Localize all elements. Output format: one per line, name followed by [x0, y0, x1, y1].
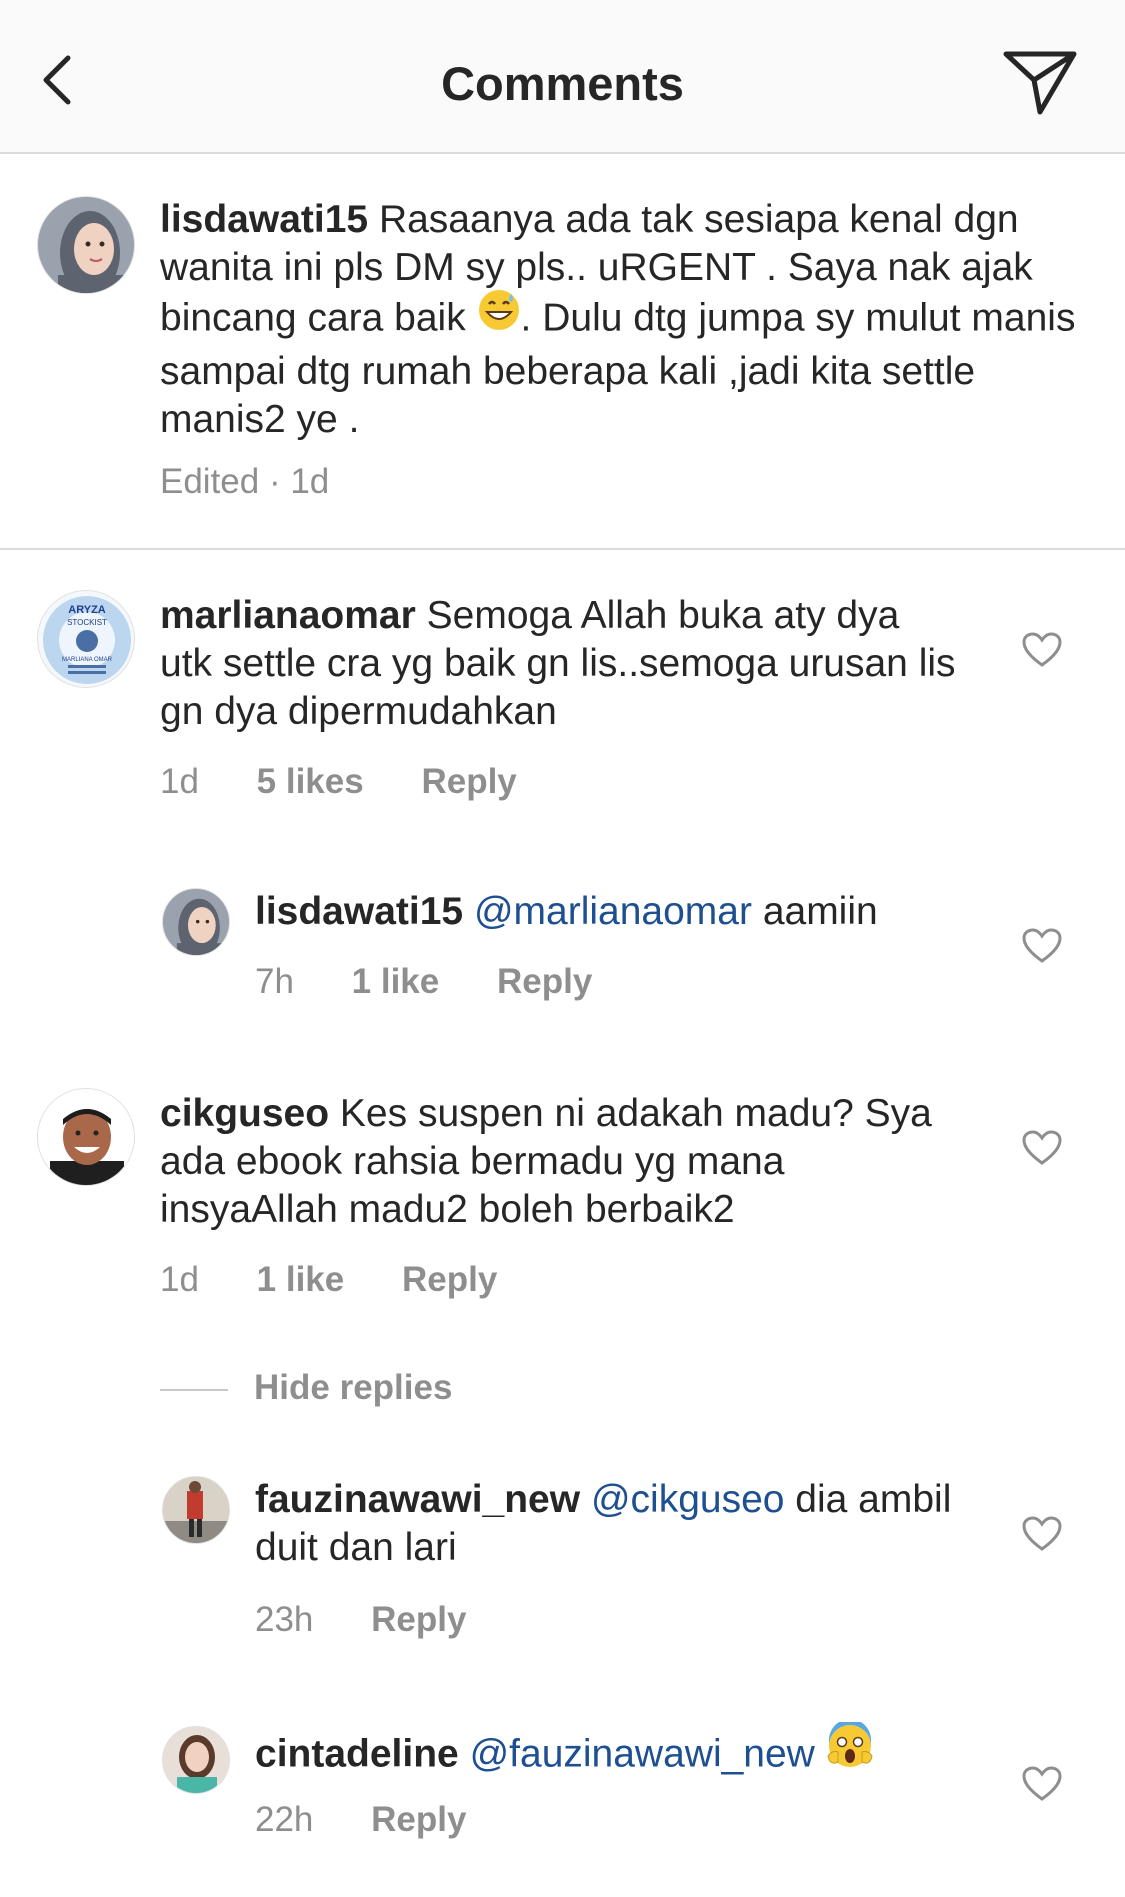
mention-link[interactable]: @fauzinawawi_new [470, 1732, 815, 1775]
mention-link[interactable]: @cikguseo [591, 1478, 785, 1521]
heart-icon [1022, 1130, 1062, 1165]
reply-meta: 22h Reply [255, 1800, 514, 1840]
caption-text: lisdawati15 Rasaanya ada tak sesiapa ken… [160, 196, 1080, 444]
header-bar: Comments [0, 0, 1125, 154]
avatar[interactable] [162, 1476, 230, 1544]
reply-username[interactable]: lisdawati15 [255, 890, 463, 933]
comment-time: 1d [160, 762, 199, 801]
avatar-photo [163, 1477, 229, 1543]
like-button[interactable] [1022, 1130, 1062, 1166]
reply-body: aamiin [762, 890, 878, 933]
reply-meta: 7h 1 like Reply [255, 962, 640, 1002]
share-button[interactable] [1002, 50, 1078, 116]
hide-replies-divider [160, 1388, 228, 1391]
avatar-brand-text: ARYZA [68, 604, 106, 616]
comment-time: 1d [160, 1260, 199, 1299]
reply-button[interactable]: Reply [497, 962, 592, 1002]
screaming-face-emoji [826, 1719, 874, 1782]
hide-replies-label: Hide replies [254, 1368, 453, 1407]
reply-meta: 23h Reply [255, 1600, 514, 1640]
reply-button[interactable]: Reply [421, 762, 516, 802]
caption-username[interactable]: lisdawati15 [160, 198, 368, 241]
heart-icon [1022, 632, 1062, 667]
avatar-name-text: MARLIANA OMAR [62, 657, 113, 663]
comment-username[interactable]: marlianaomar [160, 594, 416, 637]
likes-count[interactable]: 5 likes [257, 762, 364, 802]
page-title: Comments [441, 57, 684, 110]
reply-button[interactable]: Reply [371, 1800, 466, 1840]
like-button[interactable] [1022, 928, 1062, 964]
reply-text: lisdawati15 @marlianaomar aamiin [255, 888, 995, 936]
reply-text: fauzinawawi_new @cikguseo dia ambil duit… [255, 1476, 995, 1572]
heart-icon [1022, 928, 1062, 963]
avatar-photo [163, 1727, 229, 1793]
reply-username[interactable]: cintadeline [255, 1732, 459, 1775]
reply-time: 7h [255, 962, 294, 1001]
hide-replies-button[interactable]: Hide replies [160, 1368, 452, 1412]
mention-link[interactable]: @marlianaomar [474, 890, 752, 933]
avatar[interactable]: ARYZA STOCKIST MARLIANA OMAR [37, 590, 135, 688]
avatar[interactable] [37, 196, 135, 294]
like-button[interactable] [1022, 1516, 1062, 1552]
send-direct-icon [1003, 51, 1077, 115]
like-button[interactable] [1022, 1766, 1062, 1802]
avatar-photo [38, 1089, 134, 1185]
heart-icon [1022, 1516, 1062, 1551]
avatar[interactable] [37, 1088, 135, 1186]
comment-username[interactable]: cikguseo [160, 1092, 329, 1135]
avatar[interactable] [162, 1726, 230, 1794]
post-caption: lisdawati15 Rasaanya ada tak sesiapa ken… [0, 154, 1125, 550]
like-button[interactable] [1022, 632, 1062, 668]
avatar-photo: ARYZA STOCKIST MARLIANA OMAR [38, 591, 134, 687]
grinning-sweat-emoji [477, 288, 521, 344]
avatar-photo [163, 889, 229, 955]
likes-count[interactable]: 1 like [257, 1260, 345, 1300]
reply-time: 23h [255, 1600, 314, 1639]
reply-button[interactable]: Reply [371, 1600, 466, 1640]
reply-text: cintadeline @fauzinawawi_new [255, 1719, 995, 1786]
reply-button[interactable]: Reply [402, 1260, 497, 1300]
reply-time: 22h [255, 1800, 314, 1839]
avatar-photo [38, 197, 134, 293]
likes-count[interactable]: 1 like [352, 962, 440, 1002]
comment-meta: 1d 5 likes Reply [160, 762, 565, 802]
reply-username[interactable]: fauzinawawi_new [255, 1478, 580, 1521]
comment-text: marlianaomar Semoga Allah buka aty dya u… [160, 592, 960, 736]
avatar-stockist-text: STOCKIST [67, 618, 107, 627]
avatar[interactable] [162, 888, 230, 956]
comment-meta: 1d 1 like Reply [160, 1260, 545, 1300]
heart-icon [1022, 1766, 1062, 1801]
caption-meta: Edited · 1d [160, 462, 330, 501]
comment-text: cikguseo Kes suspen ni adakah madu? Sya … [160, 1090, 960, 1234]
